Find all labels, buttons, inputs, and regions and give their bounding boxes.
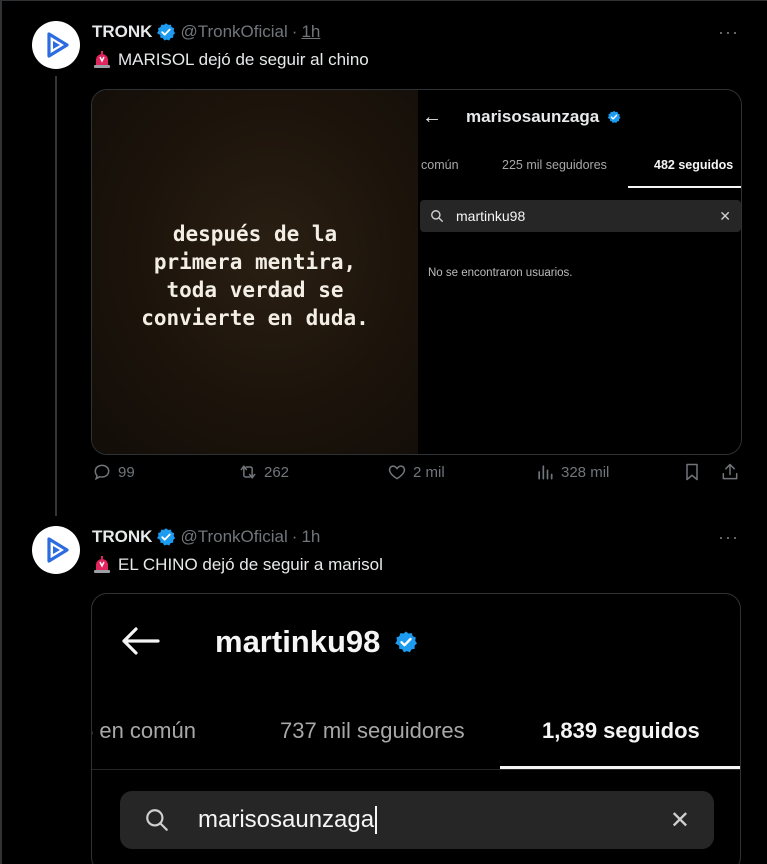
tronk-logo-icon xyxy=(47,537,69,563)
verified-badge-icon xyxy=(156,527,176,547)
siren-emoji-icon xyxy=(92,556,112,574)
ig-search-field: marisosaunzaga ✕ xyxy=(120,791,714,849)
ig-username: martinku98 xyxy=(215,624,381,659)
text-caret xyxy=(375,806,378,834)
search-icon xyxy=(144,807,170,833)
ig-tab-underline xyxy=(500,766,740,769)
author-name[interactable]: TRONK xyxy=(92,527,152,547)
tweet-text-content: EL CHINO dejó de seguir a marisol xyxy=(118,555,383,574)
ig-username-row: martinku98 xyxy=(215,624,418,660)
ig-tab-common: 5 en común xyxy=(91,718,196,743)
ig-tab-followers: 737 mil seguidores xyxy=(280,718,465,743)
avatar[interactable] xyxy=(32,526,80,574)
verified-badge-icon xyxy=(395,631,418,653)
tweet-2[interactable]: TRONK @TronkOficial · 1h ··· EL CHINO de… xyxy=(0,0,767,864)
separator-dot: · xyxy=(291,527,298,546)
clear-icon: ✕ xyxy=(669,806,690,834)
author-handle[interactable]: @TronkOficial xyxy=(180,527,287,547)
timestamp[interactable]: 1h xyxy=(301,527,320,547)
tweet-header: TRONK @TronkOficial · 1h xyxy=(92,527,320,547)
ig-tab-divider xyxy=(92,769,740,770)
more-options-icon[interactable]: ··· xyxy=(718,527,739,548)
back-arrow-icon xyxy=(120,626,160,661)
ig-tab-following: 1,839 seguidos xyxy=(542,718,700,743)
tweet-text: EL CHINO dejó de seguir a marisol xyxy=(92,555,383,575)
tweet-media[interactable]: martinku98 5 en común 737 mil seguidores… xyxy=(91,593,741,864)
ig-search-value: marisosaunzaga xyxy=(198,806,375,833)
